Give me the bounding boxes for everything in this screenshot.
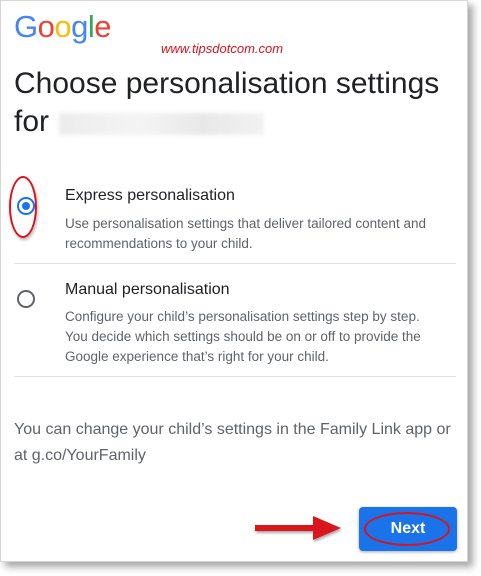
page-title-line2: for xyxy=(14,103,464,141)
radio-manual[interactable] xyxy=(17,290,35,308)
logo-letter: g xyxy=(71,9,88,44)
logo-letter: o xyxy=(54,9,72,44)
family-link-note: You can change your child’s settings in … xyxy=(14,421,451,464)
logo-letter: o xyxy=(37,9,55,44)
option-manual-personalisation[interactable]: Manual personalisation Configure your ch… xyxy=(14,265,456,377)
option-label: Express personalisation xyxy=(65,187,235,204)
logo-letter: G xyxy=(14,9,38,44)
annotation-circle-radio xyxy=(9,176,37,238)
option-express-personalisation[interactable]: Express personalisation Use personalisat… xyxy=(9,171,456,264)
red-arrow-icon xyxy=(255,516,341,540)
option-description: Use personalisation settings that delive… xyxy=(65,216,426,251)
logo-letter: e xyxy=(94,9,112,44)
google-logo: Google xyxy=(14,9,112,45)
redacted-account-name xyxy=(59,113,265,135)
dialog-card: Google www.tipsdotcom.com Choose persona… xyxy=(0,0,468,562)
watermark-text: www.tipsdotcom.com xyxy=(161,41,284,56)
page-title: Choose personalisation settings for xyxy=(14,65,464,141)
next-button[interactable] xyxy=(359,507,457,551)
page-title-for: for xyxy=(14,105,50,138)
option-label: Manual personalisation xyxy=(65,281,230,298)
page-title-line1: Choose personalisation settings xyxy=(14,67,440,100)
option-description: Configure your child’s personalisation s… xyxy=(65,309,421,364)
